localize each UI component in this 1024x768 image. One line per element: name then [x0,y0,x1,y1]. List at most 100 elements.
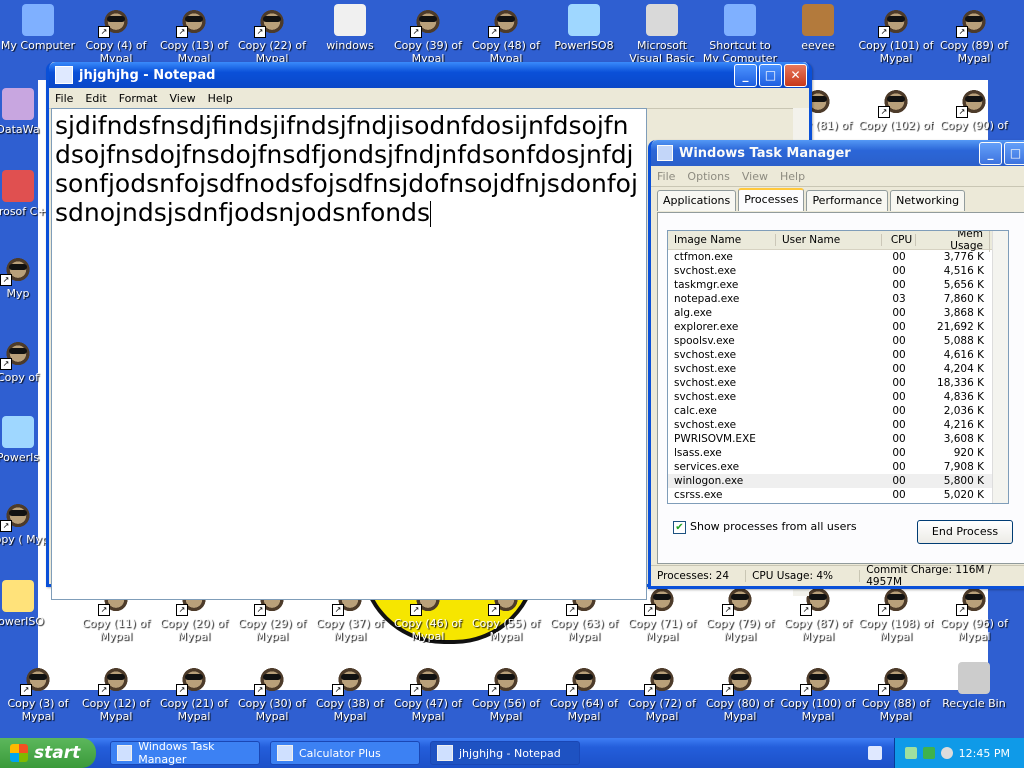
col-user-name[interactable]: User Name [776,234,882,246]
taskbar-button-calculator[interactable]: Calculator Plus [270,741,420,765]
task-manager-window[interactable]: Windows Task Manager _ □ File Options Vi… [648,140,1024,589]
desktop-icon-label: Copy (20) of Mypal [159,617,229,643]
process-row[interactable]: spoolsv.exe 00 5,088 K [668,334,1008,348]
process-cell-name: ctfmon.exe [674,251,733,263]
process-row[interactable]: ctfmon.exe 00 3,776 K [668,250,1008,264]
shortcut-arrow-icon: ↗ [176,604,188,616]
process-list-scrollbar[interactable] [992,231,1008,503]
notepad-titlebar[interactable]: jhjghjhg - Notepad _ □ ✕ [49,62,809,88]
desktop-icon-label: Copy (89) of Mypal [939,39,1009,65]
tab-applications[interactable]: Applications [657,190,737,211]
process-row[interactable]: lsass.exe 00 920 K [668,446,1008,460]
process-row[interactable]: services.exe 00 7,908 K [668,460,1008,474]
tm-menu-options[interactable]: Options [681,170,735,183]
desktop-icon-label: Copy (102) of [858,119,934,132]
process-row[interactable]: explorer.exe 00 21,692 K [668,320,1008,334]
desktop-icon[interactable]: ↗ Copy (80) of Mypal [702,660,778,732]
poweriso-icon [2,416,34,448]
keyboard-icon[interactable] [868,746,882,760]
process-row[interactable]: svchost.exe 00 4,216 K [668,418,1008,432]
tab-processes[interactable]: Processes [738,188,805,211]
tab-performance[interactable]: Performance [806,190,889,211]
process-row[interactable]: winlogon.exe 00 5,800 K [668,474,1008,488]
raccoon-icon: ↗ [0,336,34,370]
desktop-icon[interactable]: ↗ Copy (89) of Mypal [936,2,1012,74]
task-manager-titlebar[interactable]: Windows Task Manager _ □ [651,140,1024,166]
desktop-icon[interactable]: ↗ Copy (64) of Mypal [546,660,622,732]
raccoon-icon: ↗ [878,662,912,696]
process-cell-name: csrss.exe [674,489,723,501]
tab-networking[interactable]: Networking [890,190,966,211]
raccoon-icon: ↗ [488,4,522,38]
shortcut-arrow-icon: ↗ [956,106,968,118]
volume-icon[interactable] [940,747,953,759]
desktop-icon[interactable]: ↗ Copy (108) of Mypal [858,580,934,652]
desktop-icon[interactable]: ↗ Copy (79) of Mypal [702,580,778,652]
desktop-icon[interactable]: ↗ Copy (21) of Mypal [156,660,232,732]
desktop-icon[interactable]: ↗ Copy (88) of Mypal [858,660,934,732]
close-button[interactable]: ✕ [784,63,807,87]
process-row[interactable]: svchost.exe 00 18,336 K [668,376,1008,390]
process-cell-cpu: 00 [882,503,916,504]
process-row[interactable]: taskmgr.exe 00 5,656 K [668,278,1008,292]
maximize-button[interactable]: □ [759,63,782,87]
desktop-icon[interactable]: ↗ Copy (47) of Mypal [390,660,466,732]
raccoon-icon: ↗ [410,4,444,38]
desktop-icon[interactable]: Recycle Bin [936,660,1012,732]
menu-help[interactable]: Help [202,92,239,105]
desktop-icon[interactable]: ↗ Copy (38) of Mypal [312,660,388,732]
tm-maximize-button[interactable]: □ [1004,141,1024,165]
process-cell-mem: 7,908 K [943,461,984,473]
col-image-name[interactable]: Image Name [668,234,776,246]
process-row[interactable]: svchost.exe 00 4,516 K [668,264,1008,278]
process-row[interactable]: calc.exe 00 2,036 K [668,404,1008,418]
shortcut-arrow-icon: ↗ [98,26,110,38]
menu-format[interactable]: Format [113,92,164,105]
desktop-icon[interactable]: ↗ Copy (96) of Mypal [936,580,1012,652]
process-list[interactable]: Image Name User Name CPU Mem Usage ctfmo… [667,230,1009,504]
process-row[interactable]: notepad.exe 03 7,860 K [668,292,1008,306]
process-row[interactable]: svchost.exe 00 4,836 K [668,390,1008,404]
col-mem-usage[interactable]: Mem Usage [916,231,990,252]
process-row[interactable]: svchost.exe 00 4,616 K [668,348,1008,362]
tm-minimize-button[interactable]: _ [979,141,1002,165]
network-icon[interactable] [904,747,917,759]
task-manager-icon [657,145,673,161]
menu-edit[interactable]: Edit [79,92,112,105]
desktop-icon-label: Recycle Bin [942,697,1006,710]
process-row[interactable]: smss.exe 00428 K [668,502,1008,504]
desktop-icon[interactable]: ↗ Copy (56) of Mypal [468,660,544,732]
desktop-icon[interactable]: ↗ Copy (30) of Mypal [234,660,310,732]
raccoon-icon: ↗ [98,662,132,696]
process-cell-cpu: 00 [892,419,906,431]
notepad-text-area[interactable]: sjdifndsfnsdjfindsjifndsjfndjisodnfdosij… [51,108,647,600]
desktop-icon[interactable]: PowerISO [0,578,56,650]
minimize-button[interactable]: _ [734,63,757,87]
tray-app-icon[interactable] [922,747,935,759]
menu-file[interactable]: File [49,92,79,105]
desktop-icon[interactable]: ↗ Copy (101) of Mypal [858,2,934,74]
desktop-icon[interactable]: ↗ Copy (87) of Mypal [780,580,856,652]
end-process-button[interactable]: End Process [917,520,1013,544]
tm-menu-file[interactable]: File [651,170,681,183]
col-cpu[interactable]: CPU [882,234,916,246]
taskbar-button-notepad[interactable]: jhjghjhg - Notepad [430,741,580,765]
desktop-icon[interactable]: ↗ Copy (12) of Mypal [78,660,154,732]
tm-menu-view[interactable]: View [736,170,774,183]
shortcut-arrow-icon: ↗ [878,604,890,616]
shortcut-arrow-icon: ↗ [254,684,266,696]
tm-menu-help[interactable]: Help [774,170,811,183]
process-row[interactable]: alg.exe 00 3,868 K [668,306,1008,320]
desktop-icon[interactable]: ↗ Copy (100) of Mypal [780,660,856,732]
desktop-icon[interactable]: ↗ Copy (72) of Mypal [624,660,700,732]
show-all-users-checkbox[interactable]: ✔ [673,520,686,534]
desktop-icon-label: eevee [801,39,835,52]
windows-logo-icon [10,744,28,762]
desktop-icon[interactable]: ↗ Copy (3) of Mypal [0,660,76,732]
menu-view[interactable]: View [164,92,202,105]
process-row[interactable]: svchost.exe 00 4,204 K [668,362,1008,376]
process-row[interactable]: PWRISOVM.EXE 00 3,608 K [668,432,1008,446]
start-button[interactable]: start [0,738,96,768]
process-row[interactable]: csrss.exe 00 5,020 K [668,488,1008,502]
taskbar-button-task-manager[interactable]: Windows Task Manager [110,740,260,766]
